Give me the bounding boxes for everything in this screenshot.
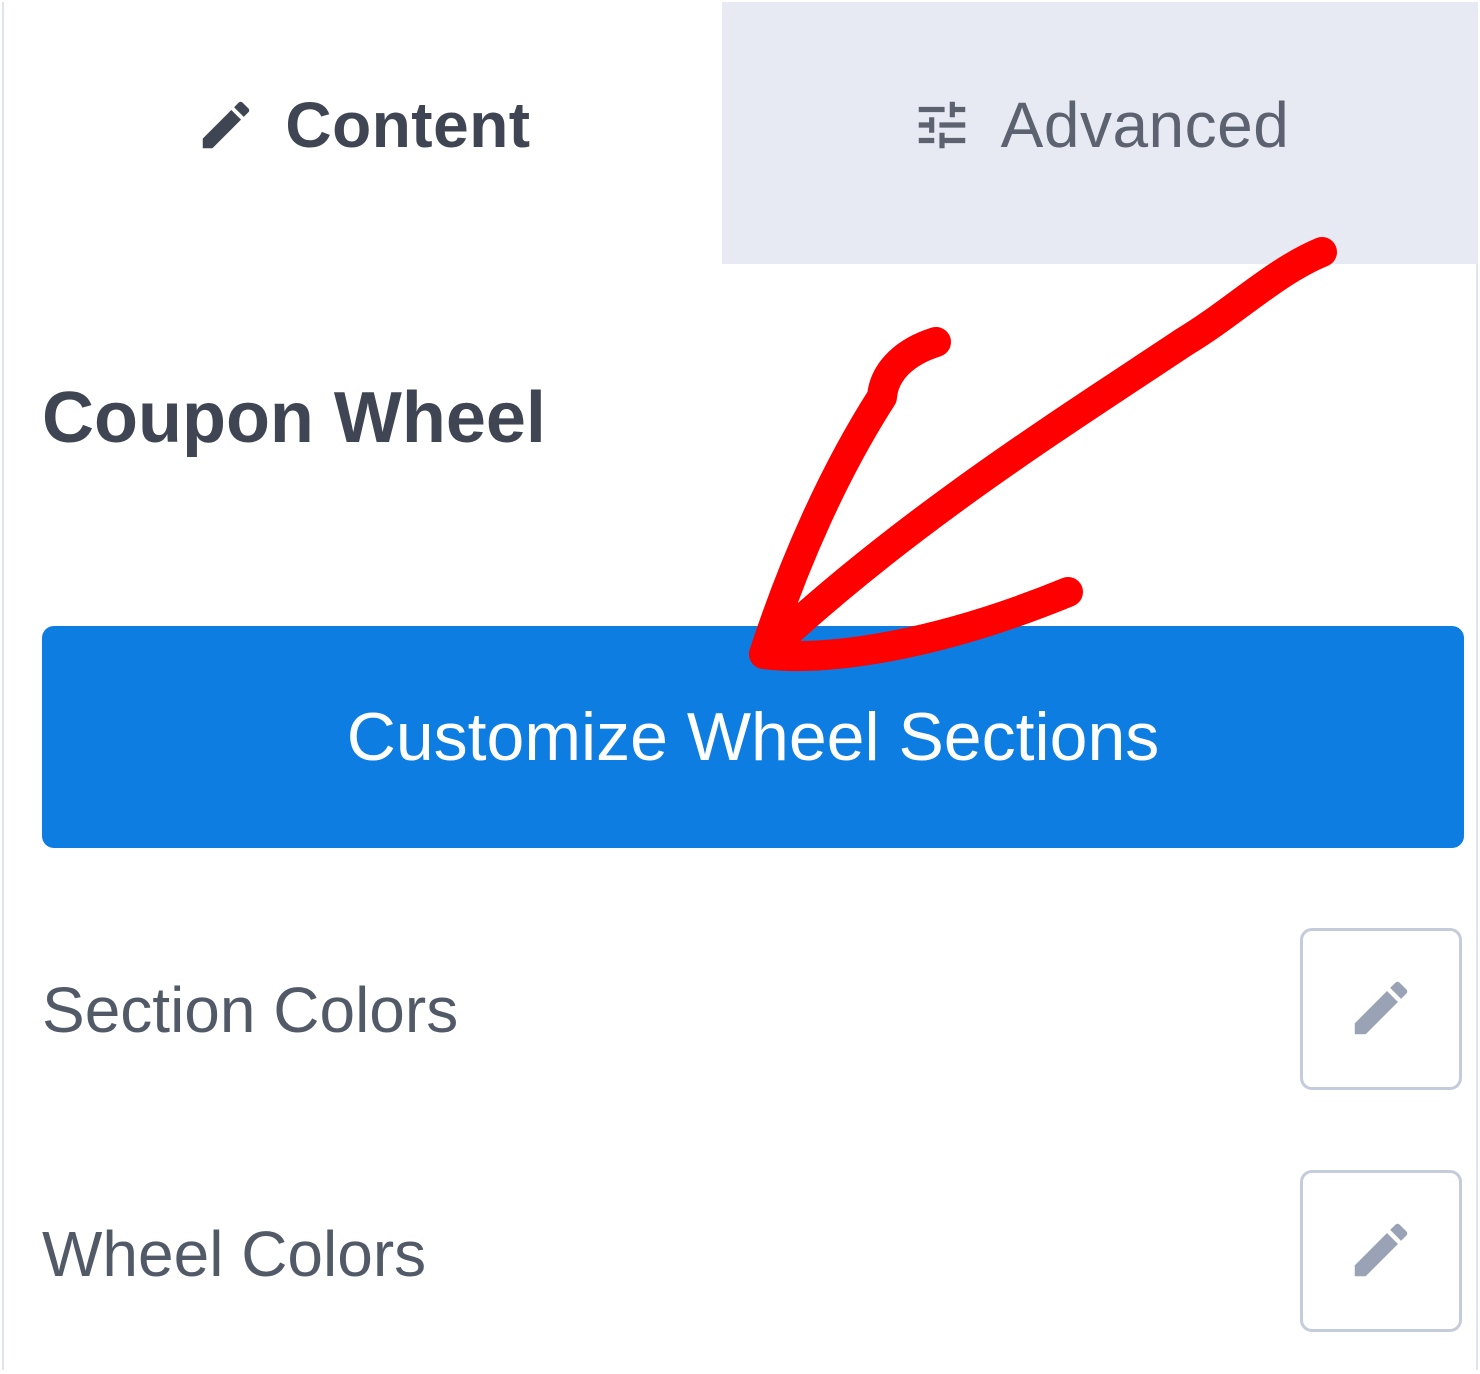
sliders-icon: [911, 94, 973, 156]
customize-wheel-sections-button[interactable]: Customize Wheel Sections: [42, 626, 1464, 848]
tab-advanced-label: Advanced: [1000, 89, 1290, 161]
panel-title: Coupon Wheel: [42, 378, 546, 458]
tab-content-label: Content: [285, 89, 531, 161]
pencil-icon: [1346, 973, 1416, 1046]
tab-advanced[interactable]: Advanced: [722, 2, 1478, 264]
tab-bar: Content Advanced: [4, 2, 1478, 264]
section-colors-label: Section Colors: [42, 974, 459, 1046]
settings-panel: Content Advanced Coupon Wheel Customize …: [2, 2, 1478, 1370]
section-colors-edit-button[interactable]: [1300, 928, 1462, 1090]
tab-content[interactable]: Content: [4, 2, 722, 264]
wheel-colors-edit-button[interactable]: [1300, 1170, 1462, 1332]
pencil-icon: [195, 94, 257, 156]
wheel-colors-label: Wheel Colors: [42, 1218, 427, 1290]
pencil-icon: [1346, 1215, 1416, 1288]
